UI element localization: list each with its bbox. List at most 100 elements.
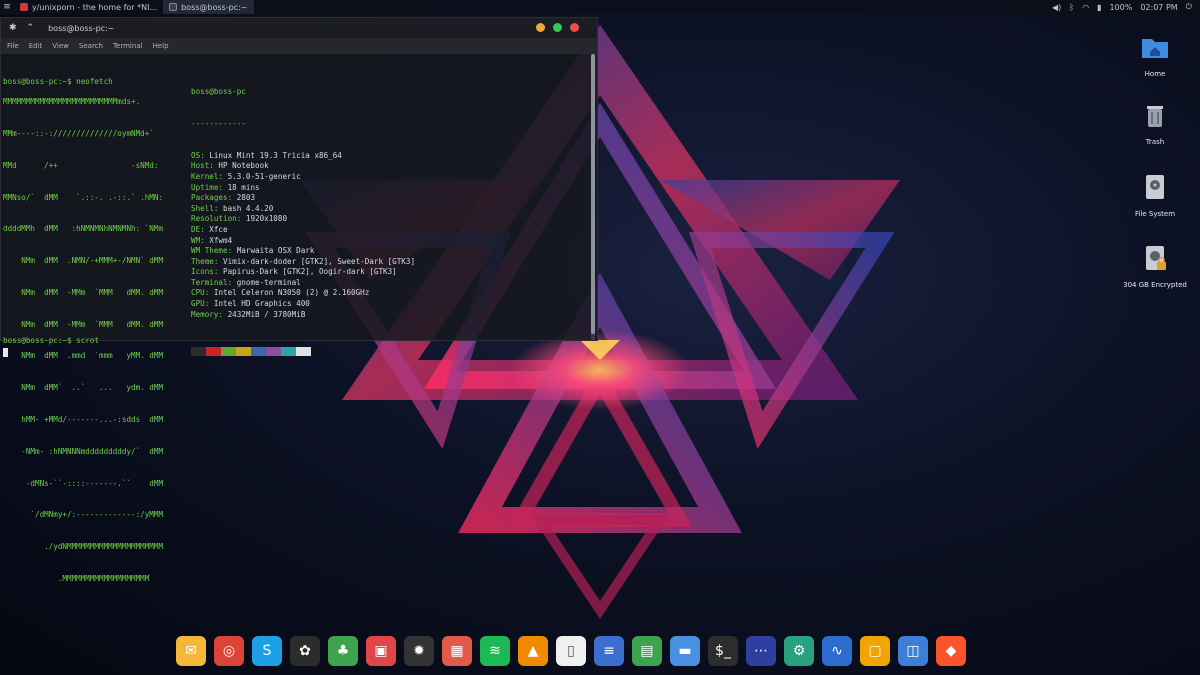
info-line: Kernel: 5.3.0-51-generic: [191, 172, 415, 183]
terminal-menubar: File Edit View Search Terminal Help: [1, 38, 597, 54]
pin-icon[interactable]: ✱: [9, 23, 17, 33]
info-value: 18 mins: [223, 182, 260, 192]
dock-item-chrome[interactable]: ◎: [214, 636, 244, 666]
window-title: boss@boss-pc:~: [48, 23, 115, 33]
drive-icon: [1146, 175, 1164, 199]
terminal-icon: $_: [715, 643, 731, 659]
gear-icon: ⚙: [792, 643, 806, 659]
logo-line: hMM- +MMd/-------...-:sdds dMM: [3, 415, 164, 424]
menu-view[interactable]: View: [52, 42, 69, 50]
terminal-icon: [169, 3, 178, 11]
dock-item-app-green[interactable]: ♣: [328, 636, 358, 666]
info-key: WM Theme:: [191, 246, 233, 256]
info-line: Packages: 2803: [191, 193, 415, 204]
menu-search[interactable]: Search: [79, 42, 103, 50]
virtualbox-icon: ▢: [868, 643, 882, 659]
info-line: Terminal: gnome-terminal: [191, 278, 415, 289]
volume-icon[interactable]: ◀): [1052, 3, 1061, 12]
dock-item-files[interactable]: ▬: [670, 636, 700, 666]
dock-item-remote[interactable]: ◫: [898, 636, 928, 666]
info-line: WM Theme: Marwaita OSX Dark: [191, 246, 415, 257]
screenshot-icon: ▣: [374, 643, 388, 659]
menu-terminal[interactable]: Terminal: [113, 42, 143, 50]
folder-icon: ▬: [678, 643, 692, 659]
dock-item-terminal[interactable]: $_: [708, 636, 738, 666]
dock-item-calc[interactable]: ▤: [632, 636, 662, 666]
dock-item-skype[interactable]: S: [252, 636, 282, 666]
system-monitor-icon: ∿: [831, 643, 843, 659]
desktop-icon-label: Home: [1144, 70, 1166, 78]
desktop-icon-file-system[interactable]: File System: [1115, 172, 1195, 218]
desktop-icon-encrypted-drive[interactable]: 304 GB Encrypted: [1115, 243, 1195, 289]
dock-item-virtualbox[interactable]: ▢: [860, 636, 890, 666]
minimize-button[interactable]: [536, 23, 545, 32]
menu-help[interactable]: Help: [153, 42, 169, 50]
dock-item-monitor[interactable]: ∿: [822, 636, 852, 666]
dock-item-connect[interactable]: ⋯: [746, 636, 776, 666]
dock-item-screenshot[interactable]: ▣: [366, 636, 396, 666]
desktop-icon-home[interactable]: Home: [1115, 32, 1195, 78]
power-icon[interactable]: ⏻: [1186, 2, 1192, 12]
spotify-icon: ≋: [489, 643, 501, 659]
battery-icon[interactable]: ▮: [1097, 3, 1101, 12]
info-value: bash 4.4.20: [218, 203, 274, 213]
dock-item-mail[interactable]: ✉: [176, 636, 206, 666]
dock-item-aperture[interactable]: ✹: [404, 636, 434, 666]
dock-item-spotify[interactable]: ≋: [480, 636, 510, 666]
encrypted-drive-icon: [1146, 246, 1166, 270]
mail-icon: ✉: [185, 643, 197, 659]
green-app-icon: ♣: [336, 643, 350, 659]
logo-line: NMm dMM -MMm `MMM dMM. dMM: [3, 287, 164, 297]
info-value: 5.3.0-51-generic: [223, 171, 301, 181]
logo-line: ./ydNMMMMMMMMMMMMMMMMMMMMM: [3, 542, 164, 552]
info-line: Shell: bash 4.4.20: [191, 204, 415, 215]
close-button[interactable]: [570, 23, 579, 32]
menu-file[interactable]: File: [7, 42, 19, 50]
dock-item-davinci[interactable]: ✿: [290, 636, 320, 666]
calendar-icon: ▦: [450, 643, 464, 659]
bluetooth-icon[interactable]: ᛒ: [1069, 3, 1074, 12]
info-line: Resolution: 1920x1080: [191, 214, 415, 225]
dock-item-vlc[interactable]: ▲: [518, 636, 548, 666]
color-swatches: [191, 347, 415, 357]
desktop-icon-trash[interactable]: Trash: [1115, 100, 1195, 146]
terminal-output[interactable]: boss@boss-pc:~$ neofetch MMMMMMMMMMMMMMM…: [1, 54, 597, 583]
clock[interactable]: 02:07 PM: [1140, 3, 1177, 12]
taskbar-item-terminal[interactable]: boss@boss-pc:~: [163, 0, 254, 14]
menu-icon[interactable]: ≡: [0, 2, 14, 12]
maximize-button[interactable]: [553, 23, 562, 32]
info-value: Intel Celeron N3050 (2) @ 2.160GHz: [209, 288, 370, 298]
davinci-resolve-icon: ✿: [299, 643, 311, 659]
logo-line: MMm----::-://////////////oymNMd+`: [3, 128, 154, 138]
wifi-icon[interactable]: ◠: [1082, 3, 1089, 12]
chevron-up-icon[interactable]: ⌃: [27, 23, 35, 33]
dock-item-text-doc[interactable]: ▯: [556, 636, 586, 666]
info-line: GPU: Intel HD Graphics 400: [191, 299, 415, 310]
dock-item-brave[interactable]: ◆: [936, 636, 966, 666]
menu-edit[interactable]: Edit: [29, 42, 43, 50]
dock-item-settings[interactable]: ⚙: [784, 636, 814, 666]
scrollbar-thumb[interactable]: [591, 54, 595, 334]
info-key: Theme:: [191, 256, 219, 266]
info-title: boss@boss-pc: [191, 87, 246, 97]
info-key: Shell:: [191, 203, 219, 213]
terminal-titlebar[interactable]: ✱ ⌃ boss@boss-pc:~: [1, 18, 597, 38]
scrollbar[interactable]: [591, 54, 595, 340]
desktop-icon-label: Trash: [1145, 138, 1165, 146]
taskbar-item-browser[interactable]: y/unixporn - the home for *NI...: [14, 0, 163, 14]
dock-item-writer[interactable]: ≡: [594, 636, 624, 666]
info-value: Vimix-dark-doder [GTK2], Sweet-Dark [GTK…: [218, 256, 416, 266]
system-info: boss@boss-pc ------------ OS: Linux Mint…: [191, 66, 415, 378]
terminal-window[interactable]: ✱ ⌃ boss@boss-pc:~ File Edit View Search…: [0, 17, 598, 583]
color-swatch: [191, 347, 206, 357]
info-key: WM:: [191, 235, 205, 245]
skype-icon: S: [262, 643, 272, 659]
info-key: DE:: [191, 224, 205, 234]
spreadsheet-icon: ▤: [640, 643, 654, 659]
browser-icon: [20, 3, 28, 11]
logo-line: NMm dMM .mmd `mmm yMM. dMM: [3, 351, 164, 361]
writer-icon: ≡: [603, 643, 615, 659]
dock-item-calendar[interactable]: ▦: [442, 636, 472, 666]
logo-line: -NMm- :hNMNNNmdddddddddy/` dMM: [3, 446, 164, 456]
taskbar-item-label: boss@boss-pc:~: [181, 2, 248, 12]
